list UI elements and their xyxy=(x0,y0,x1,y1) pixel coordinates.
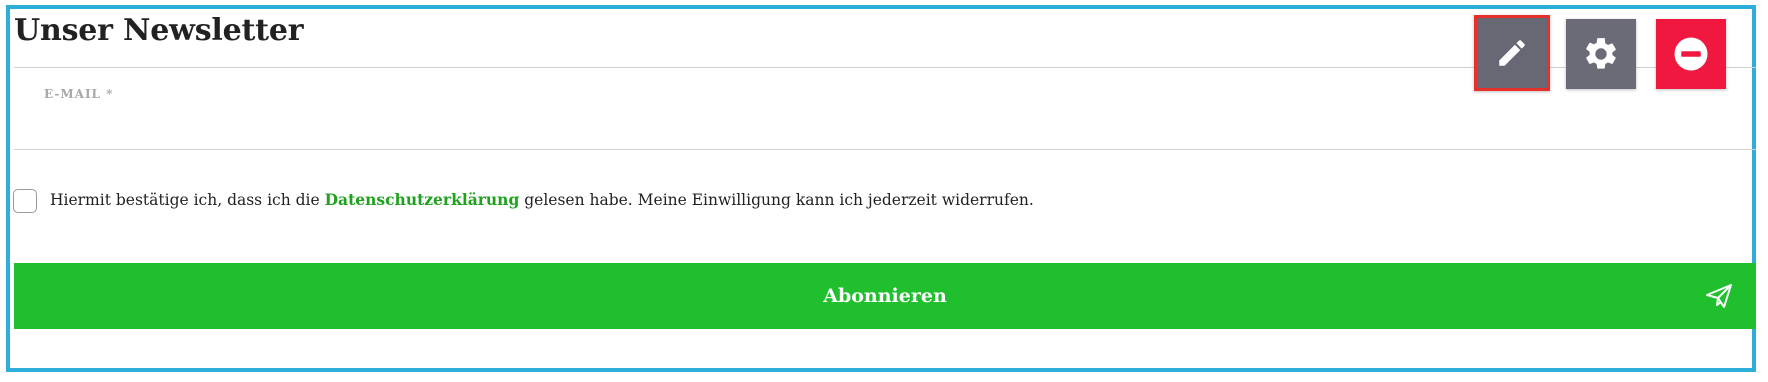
remove-button[interactable] xyxy=(1656,19,1726,89)
minus-circle-icon xyxy=(1674,37,1708,71)
consent-prefix: Hiermit bestätige ich, dass ich die xyxy=(50,191,325,209)
paper-plane-icon xyxy=(1706,284,1732,308)
email-field[interactable] xyxy=(40,105,1480,145)
consent-text: Hiermit bestätige ich, dass ich die Date… xyxy=(50,190,1034,209)
settings-button[interactable] xyxy=(1566,19,1636,89)
gear-icon xyxy=(1586,38,1616,69)
pencil-icon xyxy=(1499,40,1525,66)
consent-checkbox[interactable] xyxy=(13,189,37,213)
newsletter-title: Unser Newsletter xyxy=(14,13,304,48)
consent-suffix: gelesen habe. Meine Einwilligung kann ic… xyxy=(519,191,1034,209)
subscribe-button-label: Abonnieren xyxy=(823,285,947,307)
privacy-policy-link[interactable]: Datenschutzerklärung xyxy=(325,190,520,209)
email-underline xyxy=(14,149,1756,150)
subscribe-button[interactable]: Abonnieren xyxy=(14,263,1756,329)
edit-button[interactable] xyxy=(1474,15,1550,91)
email-label: E-MAIL * xyxy=(44,87,114,101)
